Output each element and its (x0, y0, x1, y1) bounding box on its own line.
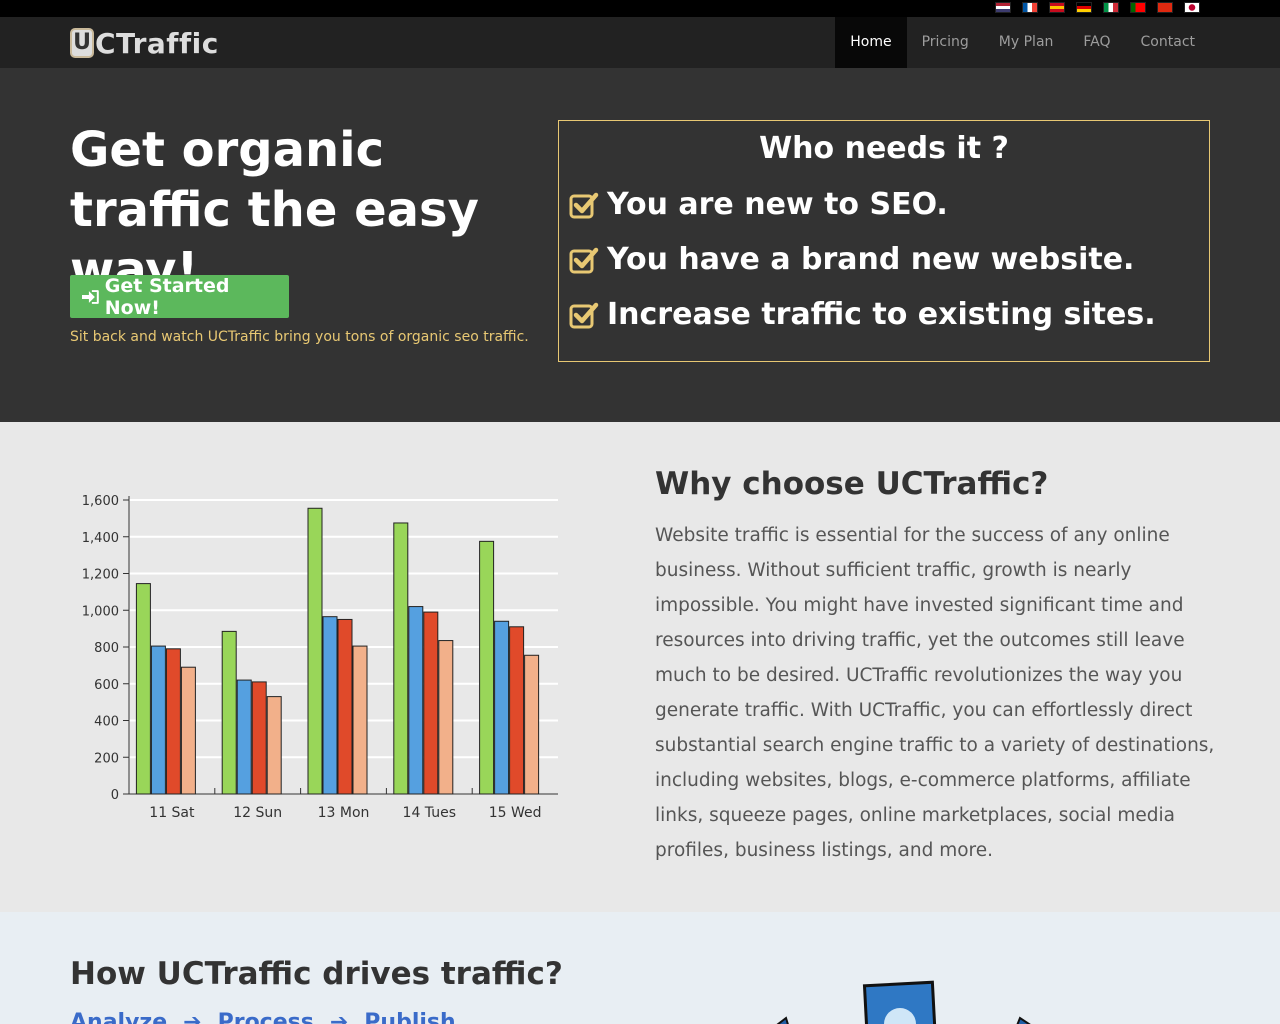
nav-my-plan[interactable]: My Plan (984, 17, 1069, 68)
chart-bar (393, 522, 409, 795)
chart-bar (307, 507, 323, 795)
germany-flag-icon[interactable] (1076, 2, 1092, 13)
chart-bar (509, 626, 525, 795)
chart-bar (322, 616, 338, 795)
y-tick-label: 1,600 (82, 494, 119, 509)
chart-bar (150, 645, 166, 795)
step-process-link[interactable]: Process (218, 1010, 314, 1024)
check-square-icon (569, 302, 599, 328)
traffic-chart: 0 200 400 600 800 1,000 1,200 1,400 1,600 11 Sat 1… (70, 482, 570, 832)
nav-pricing[interactable]: Pricing (907, 17, 984, 68)
y-tick-label: 200 (94, 751, 119, 766)
how-steps: Analyze ➔ Process ➔ Publish (70, 1010, 456, 1024)
language-flags (995, 2, 1200, 13)
arrow-right-icon: ➔ (329, 1010, 349, 1024)
why-text: Website traffic is essential for the suc… (655, 525, 1215, 861)
france-flag-icon[interactable] (1022, 2, 1038, 13)
y-tick-label: 1,000 (82, 604, 119, 619)
y-tick-label: 800 (94, 641, 119, 656)
chart-bar (180, 666, 196, 795)
japan-flag-icon[interactable] (1184, 2, 1200, 13)
how-title: How UCTraffic drives traffic? (70, 956, 563, 992)
step-publish-link[interactable]: Publish (364, 1010, 455, 1024)
right-panel-shape (1016, 1016, 1031, 1024)
who-title: Who needs it ? (759, 131, 1009, 166)
china-flag-icon[interactable] (1157, 2, 1173, 13)
who-item-text: Increase traffic to existing sites. (607, 297, 1156, 332)
how-section: How UCTraffic drives traffic? Analyze ➔ … (0, 912, 1280, 1024)
y-tick-label: 600 (94, 678, 119, 693)
x-tick-label: 12 Sun (233, 805, 282, 821)
chart-bar (236, 679, 252, 795)
chart-bar (165, 648, 181, 795)
y-tick-label: 1,200 (82, 568, 119, 583)
logo-text: CTraffic (95, 26, 219, 60)
hero-title: Get organic traffic the easy way! (70, 122, 479, 298)
main-nav: Home Pricing My Plan FAQ Contact (835, 17, 1210, 68)
check-square-icon (569, 192, 599, 218)
chart-bar (337, 618, 353, 795)
y-tick-label: 0 (111, 788, 119, 803)
portugal-flag-icon[interactable] (1130, 2, 1146, 13)
nav-contact[interactable]: Contact (1126, 17, 1210, 68)
chart-bar (135, 583, 151, 795)
nav-faq[interactable]: FAQ (1068, 17, 1125, 68)
x-tick-label: 14 Tues (403, 805, 456, 821)
x-tick-label: 13 Mon (318, 805, 370, 821)
chart-bar (479, 540, 495, 795)
who-item: You have a brand new website. (569, 242, 1134, 277)
chart-bar (524, 654, 540, 795)
chart-bar (423, 611, 439, 795)
who-item-text: You have a brand new website. (607, 242, 1135, 277)
chart-bar (266, 696, 282, 795)
get-started-button[interactable]: Get Started Now! (70, 274, 289, 319)
hero-subtitle: Sit back and watch UCTraffic bring you t… (70, 329, 529, 345)
navbar: U CTraffic Home Pricing My Plan FAQ Cont… (0, 17, 1280, 68)
chart-bar (438, 640, 454, 795)
who-item: Increase traffic to existing sites. (569, 297, 1156, 332)
who-needs-it-box: Who needs it ? You are new to SEO. You h… (558, 120, 1210, 362)
logo-badge: U (70, 28, 94, 58)
chart-bar (221, 630, 237, 795)
why-title: Why choose UCTraffic? (655, 466, 1049, 502)
y-tick-label: 400 (94, 715, 119, 730)
check-square-icon (569, 247, 599, 273)
x-tick-label: 15 Wed (489, 805, 542, 821)
cloud-illustration (776, 980, 1031, 1024)
italy-flag-icon[interactable] (1103, 2, 1119, 13)
sign-in-icon (82, 289, 99, 304)
chart-bar (352, 645, 368, 795)
chart-bar (494, 620, 510, 795)
chart-bar (408, 606, 424, 795)
traffic-chart-svg: 0 200 400 600 800 1,000 1,200 1,400 1,600 11 Sat 1… (82, 494, 558, 821)
arrow-right-icon: ➔ (183, 1010, 202, 1024)
hero-section: Get organic traffic the easy way! Get St… (0, 68, 1280, 422)
y-tick-label: 1,400 (82, 531, 119, 546)
who-item: You are new to SEO. (569, 187, 948, 222)
step-analyze-link[interactable]: Analyze (70, 1010, 167, 1024)
top-bar (0, 0, 1280, 17)
logo[interactable]: U CTraffic (70, 26, 219, 60)
nav-home[interactable]: Home (835, 17, 907, 68)
chart-bar (251, 681, 267, 795)
spain-flag-icon[interactable] (1049, 2, 1065, 13)
who-item-text: You are new to SEO. (607, 187, 948, 222)
left-panel-shape (776, 1016, 789, 1024)
x-tick-label: 11 Sat (149, 805, 195, 821)
us-flag-icon[interactable] (995, 2, 1011, 13)
why-section: 0 200 400 600 800 1,000 1,200 1,400 1,600 11 Sat 1… (0, 422, 1280, 912)
get-started-label: Get Started Now! (104, 274, 230, 319)
